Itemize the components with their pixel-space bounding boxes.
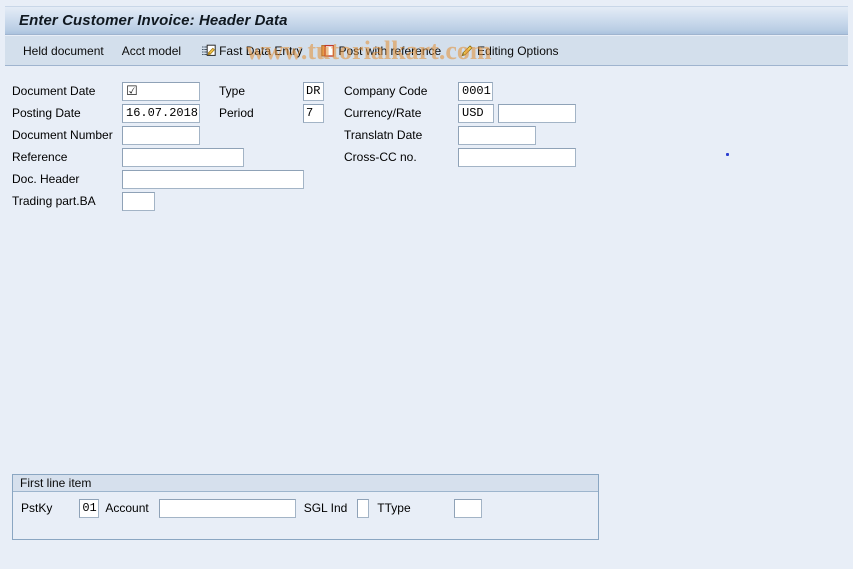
toolbar-button-post-with-reference-label: Post with reference (338, 43, 442, 58)
toolbar-button-fast-data-entry[interactable]: Fast Data Entry (199, 40, 304, 62)
field-currency-rate: Currency/Rate USD (344, 104, 576, 123)
field-period-label: Period (219, 106, 254, 120)
first-line-item-body: PstKy 01 Account SGL Ind TType (13, 492, 598, 539)
currency-input[interactable]: USD (458, 104, 494, 123)
toolbar-button-acct-model-label: Acct model (121, 43, 182, 58)
field-document-number-label: Document Number (12, 128, 113, 142)
field-doc-header-label: Doc. Header (12, 172, 80, 186)
translatn-date-input[interactable] (458, 126, 536, 145)
toolbar-button-post-with-reference[interactable]: Post with reference (318, 40, 443, 62)
toolbar-button-editing-options-label: Editing Options (477, 43, 559, 58)
first-line-item-title: First line item (20, 476, 92, 490)
field-translatn-date: Translatn Date (344, 126, 536, 145)
pstky-label: PstKy (21, 500, 53, 515)
window-title-bar: Enter Customer Invoice: Header Data (5, 6, 848, 35)
toolbar-button-editing-options[interactable]: Editing Options (457, 40, 560, 62)
posting-date-input[interactable]: 16.07.2018 (122, 104, 200, 123)
document-date-input[interactable]: ☑ (122, 82, 200, 101)
field-posting-date: Posting Date 16.07.2018 (12, 104, 200, 123)
toolbar-button-fast-data-entry-label: Fast Data Entry (219, 43, 303, 58)
pstky-input[interactable]: 01 (79, 498, 100, 518)
first-line-item-panel: First line item PstKy 01 Account SGL Ind… (12, 474, 599, 540)
doc-header-input[interactable] (122, 170, 304, 189)
document-number-input[interactable] (122, 126, 200, 145)
reference-input[interactable] (122, 148, 244, 167)
cross-cc-no-input[interactable] (458, 148, 576, 167)
first-line-item-row: PstKy 01 Account SGL Ind TType (13, 498, 488, 518)
field-document-number: Document Number (12, 126, 200, 145)
ttype-label: TType (377, 500, 411, 515)
field-translatn-date-label: Translatn Date (344, 128, 423, 142)
period-input[interactable]: 7 (303, 104, 324, 123)
post-with-reference-icon (320, 43, 336, 59)
field-posting-date-label: Posting Date (12, 106, 81, 120)
sgl-ind-input[interactable] (357, 498, 370, 518)
field-document-date: Document Date ☑ (12, 82, 200, 101)
account-input[interactable] (158, 498, 296, 518)
marker-dot (726, 153, 729, 156)
sap-transaction-window: Enter Customer Invoice: Header Data Held… (0, 0, 853, 569)
header-data-form: Document Date ☑ Posting Date 16.07.2018 … (5, 66, 848, 466)
page-title: Enter Customer Invoice: Header Data (19, 12, 288, 29)
field-company-code-label: Company Code (344, 84, 428, 98)
trading-part-ba-input[interactable] (122, 192, 155, 211)
field-company-code: Company Code 0001 (344, 82, 493, 101)
field-period: Period 7 (219, 104, 324, 123)
field-reference-label: Reference (12, 150, 68, 164)
fast-data-entry-icon (201, 43, 217, 59)
checkbox-checked-icon: ☑ (126, 84, 138, 99)
ttype-input[interactable] (453, 498, 482, 518)
field-reference: Reference (12, 148, 244, 167)
pencil-icon (459, 43, 475, 59)
first-line-item-header: First line item (13, 475, 598, 492)
application-toolbar: Held document Acct model Fast Data Entry… (5, 36, 848, 66)
field-doc-header: Doc. Header (12, 170, 304, 189)
field-cross-cc-no: Cross-CC no. (344, 148, 576, 167)
field-currency-rate-label: Currency/Rate (344, 106, 422, 120)
toolbar-button-acct-model[interactable]: Acct model (120, 40, 183, 62)
field-trading-part-ba: Trading part.BA (12, 192, 155, 211)
sgl-ind-label: SGL Ind (303, 500, 348, 515)
account-label: Account (105, 500, 149, 515)
field-type-label: Type (219, 84, 246, 98)
field-document-date-label: Document Date (12, 84, 96, 98)
field-type: Type DR (219, 82, 324, 101)
type-input[interactable]: DR (303, 82, 324, 101)
toolbar-button-held-document-label: Held document (23, 43, 104, 58)
field-cross-cc-no-label: Cross-CC no. (344, 150, 417, 164)
toolbar-button-held-document[interactable]: Held document (21, 40, 106, 62)
field-trading-part-ba-label: Trading part.BA (12, 194, 96, 208)
company-code-input[interactable]: 0001 (458, 82, 493, 101)
rate-input[interactable] (498, 104, 576, 123)
